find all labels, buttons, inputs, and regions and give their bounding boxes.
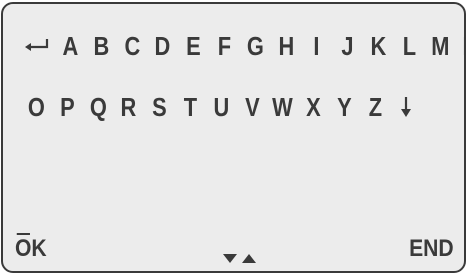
end-softkey[interactable]: END	[409, 235, 454, 263]
key-i[interactable]: I	[304, 30, 330, 62]
key-j[interactable]: J	[335, 30, 361, 62]
scroll-arrows[interactable]	[221, 251, 261, 265]
key-n[interactable]: N	[458, 30, 464, 62]
key-b[interactable]: B	[88, 30, 114, 62]
key-u[interactable]: U	[208, 91, 234, 123]
key-f[interactable]: F	[211, 30, 237, 62]
key-y[interactable]: Y	[331, 91, 357, 123]
keyboard-row-1: A B C D E F G H I J K L M N	[21, 30, 464, 62]
keyboard-row-2: O P Q R S T U V W X Y Z	[21, 91, 421, 123]
lcd-screen: A B C D E F G H I J K L M N O P Q R S T …	[1, 2, 466, 273]
key-e[interactable]: E	[181, 30, 207, 62]
key-m[interactable]: M	[427, 30, 453, 62]
ok-softkey-label: OK	[15, 235, 47, 262]
scroll-up-icon	[242, 254, 256, 263]
end-softkey-label: END	[409, 235, 454, 262]
key-w[interactable]: W	[270, 91, 296, 123]
key-z[interactable]: Z	[362, 91, 388, 123]
key-x[interactable]: X	[301, 91, 327, 123]
key-o[interactable]: O	[23, 91, 49, 123]
scroll-down-icon	[223, 254, 237, 263]
ok-softkey[interactable]: OK	[15, 233, 47, 263]
key-d[interactable]: D	[150, 30, 176, 62]
ok-overline	[16, 233, 30, 235]
return-arrow-icon[interactable]	[21, 37, 55, 55]
key-t[interactable]: T	[177, 91, 203, 123]
key-l[interactable]: L	[396, 30, 422, 62]
key-h[interactable]: H	[273, 30, 299, 62]
key-q[interactable]: Q	[85, 91, 111, 123]
key-c[interactable]: C	[119, 30, 145, 62]
key-a[interactable]: A	[57, 30, 83, 62]
key-v[interactable]: V	[239, 91, 265, 123]
key-s[interactable]: S	[147, 91, 173, 123]
down-arrow-icon[interactable]	[391, 96, 421, 118]
key-p[interactable]: P	[54, 91, 80, 123]
key-r[interactable]: R	[116, 91, 142, 123]
key-g[interactable]: G	[242, 30, 268, 62]
key-k[interactable]: K	[365, 30, 391, 62]
